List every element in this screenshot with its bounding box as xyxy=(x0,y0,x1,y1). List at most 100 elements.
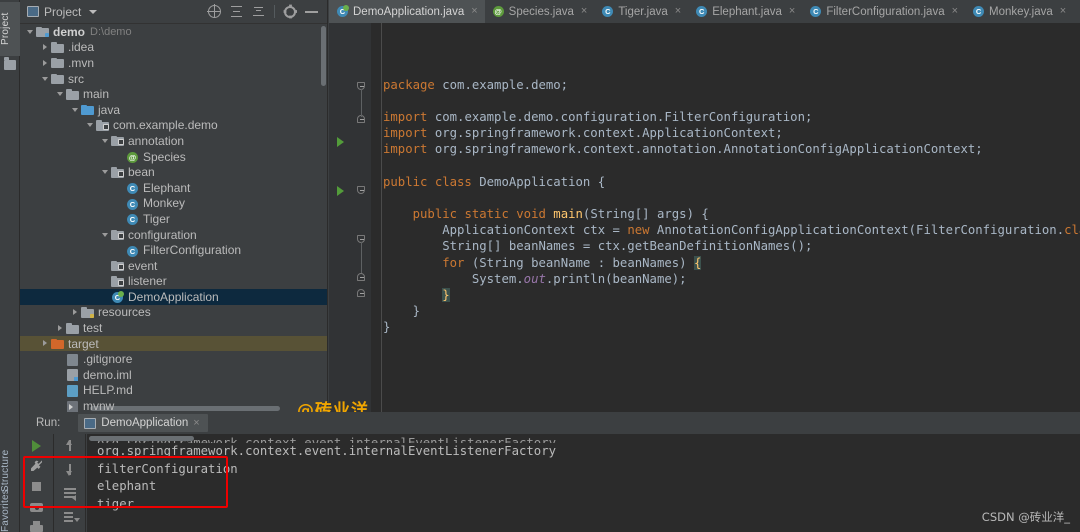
tree-node-com-example-demo[interactable]: com.example.demo xyxy=(20,118,327,134)
tree-node-help-md[interactable]: HELP.md xyxy=(20,383,327,399)
tree-node-demoapplication[interactable]: C DemoApplication xyxy=(20,289,327,305)
run-configuration-tab[interactable]: DemoApplication × xyxy=(78,414,208,432)
project-folder-icon xyxy=(4,57,16,70)
close-icon[interactable]: × xyxy=(581,6,587,17)
tree-node-src[interactable]: src xyxy=(20,71,327,87)
tree-node-resources[interactable]: resources xyxy=(20,305,327,321)
annotation-icon: @ xyxy=(492,6,504,17)
editor-tab-demoapplication-java[interactable]: C DemoApplication.java × xyxy=(329,0,485,23)
close-icon[interactable]: × xyxy=(675,6,681,17)
sidebar-item-project[interactable]: Project xyxy=(0,2,20,56)
soft-wrap-icon[interactable] xyxy=(63,486,78,501)
editor-tab-monkey-java[interactable]: C Monkey.java × xyxy=(965,0,1073,23)
scroll-from-source-icon[interactable] xyxy=(207,4,221,18)
fold-method-end-icon[interactable] xyxy=(357,289,365,297)
close-icon[interactable]: × xyxy=(471,6,477,17)
chevron-down-icon[interactable] xyxy=(101,136,110,145)
tree-node-label: .mvn xyxy=(68,55,95,70)
run-panel-body: org.springframework.context.event.intern… xyxy=(20,434,1080,532)
chevron-down-icon[interactable] xyxy=(101,168,110,177)
code-text[interactable]: package com.example.demo; import com.exa… xyxy=(371,23,1080,412)
tree-node-java[interactable]: java xyxy=(20,102,327,118)
editor-gutter[interactable] xyxy=(329,23,371,412)
project-panel-title-group[interactable]: Project xyxy=(24,5,98,19)
tree-node-target[interactable]: target xyxy=(20,335,327,352)
chevron-right-icon[interactable] xyxy=(56,324,65,333)
resource-folder-icon xyxy=(81,307,94,318)
run-method-gutter-icon[interactable] xyxy=(337,186,344,196)
tree-node-event[interactable]: event xyxy=(20,258,327,274)
print-icon[interactable] xyxy=(29,520,44,532)
chevron-right-icon[interactable] xyxy=(41,339,50,348)
tree-node-demo-iml[interactable]: demo.iml xyxy=(20,367,327,383)
tree-node-bean[interactable]: bean xyxy=(20,164,327,180)
tree-node-main[interactable]: main xyxy=(20,86,327,102)
tree-node-monkey[interactable]: C Monkey xyxy=(20,196,327,212)
close-icon[interactable]: × xyxy=(952,6,958,17)
tree-node-elephant[interactable]: C Elephant xyxy=(20,180,327,196)
console-horizontal-scrollbar[interactable] xyxy=(89,436,194,441)
tree-node-annotation[interactable]: annotation xyxy=(20,133,327,149)
chevron-down-icon[interactable] xyxy=(89,9,98,14)
fold-for-end-icon[interactable] xyxy=(357,273,365,281)
tree-node-listener[interactable]: listener xyxy=(20,274,327,290)
tree-node-mvnw[interactable]: mvnw xyxy=(20,398,327,412)
rerun-icon[interactable] xyxy=(29,438,44,453)
chevron-right-icon[interactable] xyxy=(71,308,80,317)
tree-node-demo[interactable]: demo D:\demo xyxy=(20,24,327,40)
tree-node-species[interactable]: @ Species xyxy=(20,149,327,165)
chevron-down-icon[interactable] xyxy=(101,230,110,239)
close-icon[interactable]: × xyxy=(789,6,795,17)
project-panel-toolbar xyxy=(207,4,323,18)
fold-method-icon[interactable] xyxy=(357,186,365,194)
chevron-right-icon[interactable] xyxy=(41,43,50,52)
sidebar-item-favorites[interactable]: Favorites xyxy=(0,489,20,532)
tree-node-configuration[interactable]: configuration xyxy=(20,227,327,243)
project-tree[interactable]: demo D:\demo .idea .mvn src main java com.examp… xyxy=(20,24,327,412)
tree-node--mvn[interactable]: .mvn xyxy=(20,55,327,71)
scroll-to-end-icon[interactable] xyxy=(63,510,80,525)
toolbar-divider xyxy=(274,5,275,18)
chevron-right-icon[interactable] xyxy=(41,58,50,67)
run-class-gutter-icon[interactable] xyxy=(337,137,344,147)
package-icon xyxy=(111,167,124,178)
tree-node-label: annotation xyxy=(128,133,185,148)
editor-tab-species-java[interactable]: @ Species.java × xyxy=(485,0,595,23)
tree-node-tiger[interactable]: C Tiger xyxy=(20,211,327,227)
settings-gear-icon[interactable] xyxy=(284,5,296,18)
close-icon[interactable]: × xyxy=(1060,6,1066,17)
tree-node-test[interactable]: test xyxy=(20,320,327,336)
collapse-all-icon[interactable] xyxy=(230,5,243,18)
console-line: filterConfiguration xyxy=(97,461,238,476)
editor-tab-tiger-java[interactable]: C Tiger.java × xyxy=(594,0,688,23)
console-output[interactable]: org.springframework.context.event.intern… xyxy=(87,434,1080,532)
chevron-down-icon[interactable] xyxy=(86,121,95,130)
package-icon xyxy=(111,276,124,287)
gitignore-file-icon xyxy=(66,353,79,366)
run-toolbar-secondary xyxy=(55,434,86,532)
wrench-settings-icon[interactable] xyxy=(29,458,44,470)
dump-threads-icon[interactable] xyxy=(29,499,44,513)
code-editor[interactable]: package com.example.demo; import com.exa… xyxy=(329,23,1080,412)
tree-node--idea[interactable]: .idea xyxy=(20,40,327,56)
chevron-down-icon[interactable] xyxy=(26,27,35,36)
hide-panel-icon[interactable] xyxy=(305,5,318,18)
code-line-5: import org.springframework.context.annot… xyxy=(383,142,983,157)
chevron-down-icon[interactable] xyxy=(71,105,80,114)
arrow-up-icon[interactable] xyxy=(63,438,78,453)
chevron-down-icon[interactable] xyxy=(41,74,50,83)
close-icon[interactable]: × xyxy=(193,417,199,429)
editor-tab-filterconfiguration-java[interactable]: C FilterConfiguration.java × xyxy=(802,0,965,23)
source-folder-icon xyxy=(81,104,94,116)
editor-tab-elephant-java[interactable]: C Elephant.java × xyxy=(688,0,802,23)
tree-node--gitignore[interactable]: .gitignore xyxy=(20,351,327,367)
stop-icon[interactable] xyxy=(29,479,44,492)
arrow-down-icon[interactable] xyxy=(63,462,78,477)
expand-all-icon[interactable] xyxy=(252,5,265,18)
chevron-down-icon[interactable] xyxy=(56,90,65,99)
tree-node-filterconfiguration[interactable]: C FilterConfiguration xyxy=(20,242,327,258)
